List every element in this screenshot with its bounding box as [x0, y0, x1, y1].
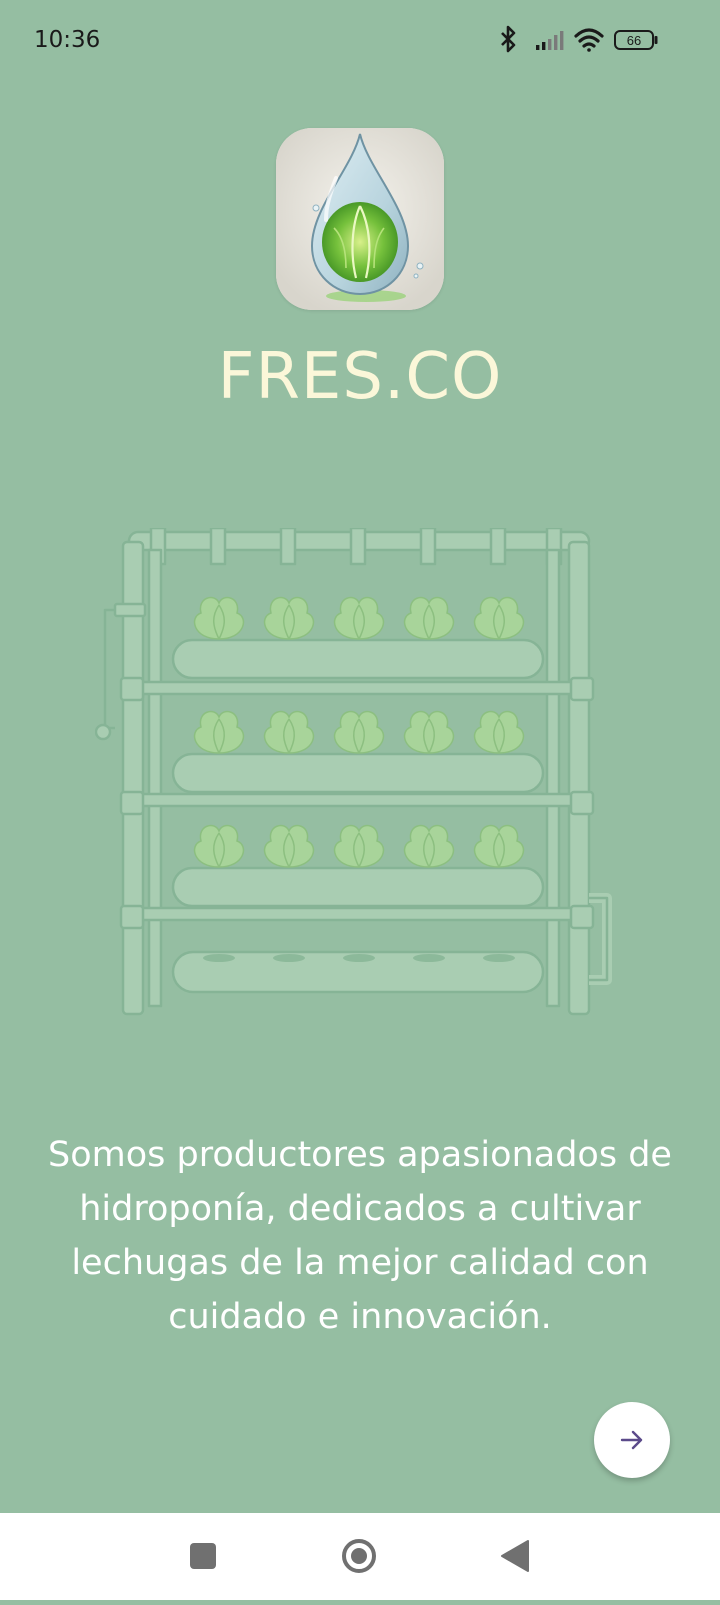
system-nav-bar — [0, 1513, 720, 1600]
arrow-right-icon — [620, 1430, 643, 1450]
signal-icon — [536, 31, 564, 50]
app-logo — [276, 128, 444, 310]
home-circle-icon — [342, 1539, 376, 1573]
recents-button[interactable] — [158, 1513, 248, 1600]
battery-level: 66 — [627, 33, 641, 48]
back-triangle-icon — [501, 1540, 529, 1572]
status-icons: 66 — [501, 25, 658, 53]
app-title: FRES.CO — [217, 340, 503, 414]
status-time: 10:36 — [34, 27, 101, 53]
home-button[interactable] — [314, 1513, 404, 1600]
lettuce-water-drop-icon — [276, 128, 444, 310]
recents-square-icon — [190, 1543, 216, 1569]
hydroponic-rack-illustration — [95, 528, 612, 1016]
intro-description: Somos productores apasionados de hidropo… — [48, 1135, 672, 1337]
status-bar: 10:36 66 — [0, 0, 720, 84]
battery-icon: 66 — [614, 30, 658, 50]
bluetooth-icon — [501, 25, 516, 53]
next-button[interactable] — [594, 1402, 670, 1478]
back-button[interactable] — [470, 1513, 560, 1600]
wifi-icon — [574, 28, 604, 52]
